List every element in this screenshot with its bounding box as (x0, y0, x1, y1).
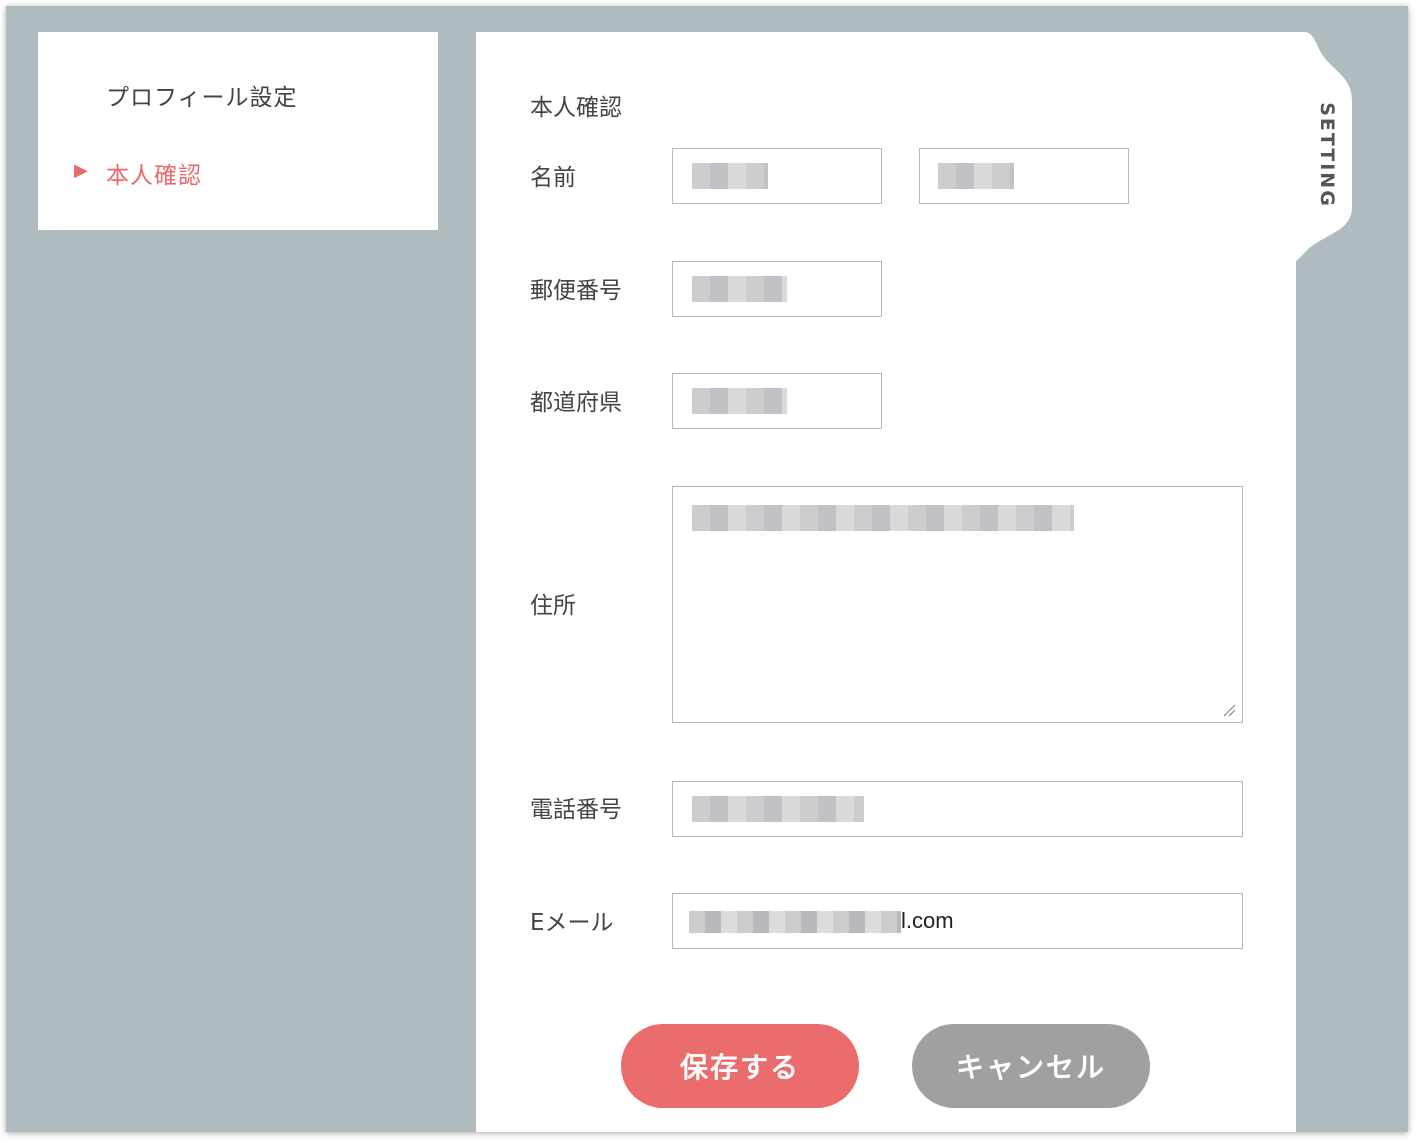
setting-tab-label-wrap: SETTING (1297, 102, 1357, 208)
postal-code-redacted (692, 276, 787, 302)
active-arrow-icon: ▶ (74, 160, 88, 181)
email-value-visible: l.com (901, 908, 954, 933)
email-input[interactable]: l.com (672, 893, 1243, 949)
first-name-redacted (938, 163, 1014, 189)
save-button[interactable]: 保存する (621, 1024, 859, 1108)
sidebar: プロフィール設定 ▶ 本人確認 (38, 32, 438, 230)
name-label: 名前 (530, 165, 576, 191)
postal-code-label: 郵便番号 (530, 278, 622, 304)
prefecture-redacted (692, 388, 787, 414)
prefecture-label: 都道府県 (530, 390, 622, 416)
cancel-button[interactable]: キャンセル (912, 1024, 1150, 1108)
phone-redacted (692, 796, 864, 822)
address-redacted (692, 505, 1074, 531)
email-label: Eメール (530, 910, 614, 936)
sidebar-item-identity-verification[interactable]: 本人確認 (106, 156, 202, 190)
resize-grip-icon[interactable] (1222, 703, 1236, 717)
phone-label: 電話番号 (530, 797, 622, 823)
sidebar-item-profile-settings[interactable]: プロフィール設定 (106, 78, 298, 112)
form-title: 本人確認 (530, 95, 622, 121)
setting-tab-label: SETTING (1316, 102, 1338, 208)
address-label: 住所 (530, 593, 576, 619)
email-redacted (689, 911, 901, 934)
last-name-redacted (692, 163, 768, 189)
